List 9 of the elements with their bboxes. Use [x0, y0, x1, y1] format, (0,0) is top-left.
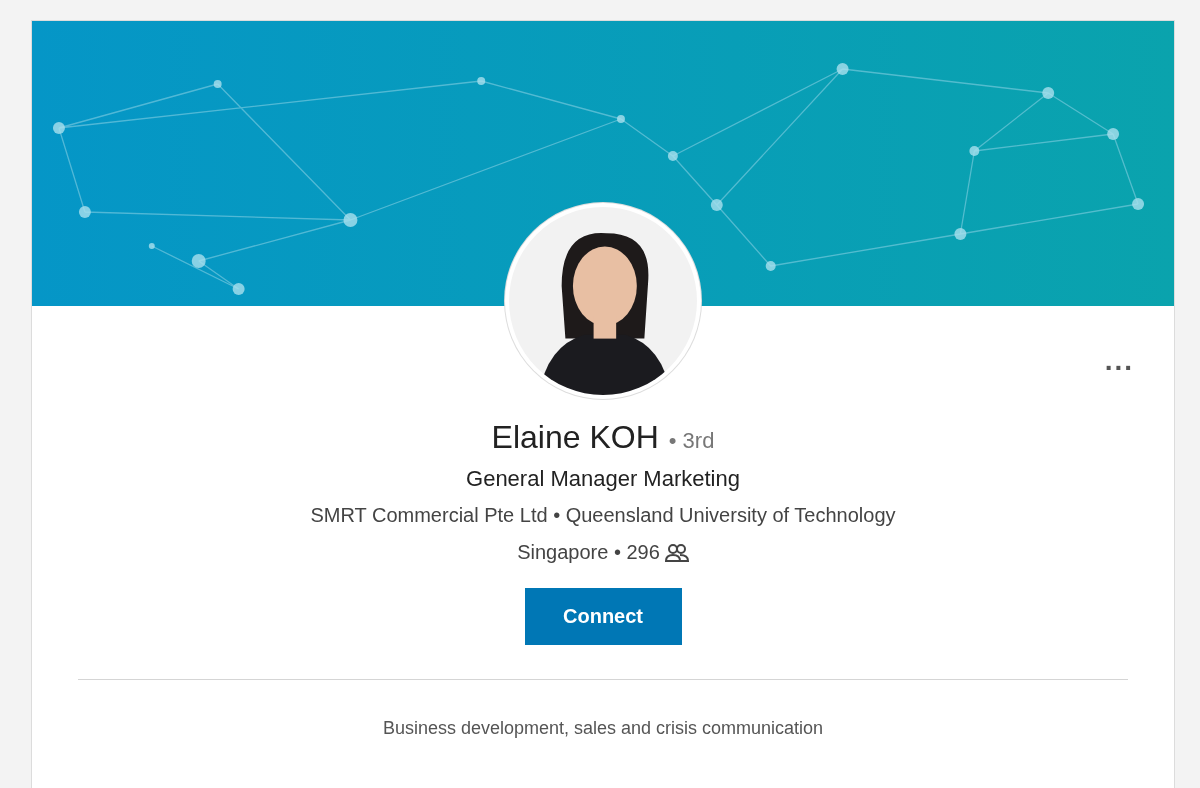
profile-headline: General Manager Marketing	[466, 466, 740, 492]
profile-affiliations: SMRT Commercial Pte Ltd • Queensland University of Technology	[310, 504, 896, 527]
more-button[interactable]: ...	[1100, 351, 1138, 371]
profile-name: Elaine KOH	[491, 419, 659, 456]
profile-summary: Business development, sales and crisis communication	[382, 718, 824, 739]
connection-degree: • 3rd	[668, 428, 715, 454]
location-connections: Singapore • 296	[517, 541, 660, 564]
connect-button[interactable]: Connect	[524, 588, 682, 645]
people-icon	[664, 542, 689, 563]
